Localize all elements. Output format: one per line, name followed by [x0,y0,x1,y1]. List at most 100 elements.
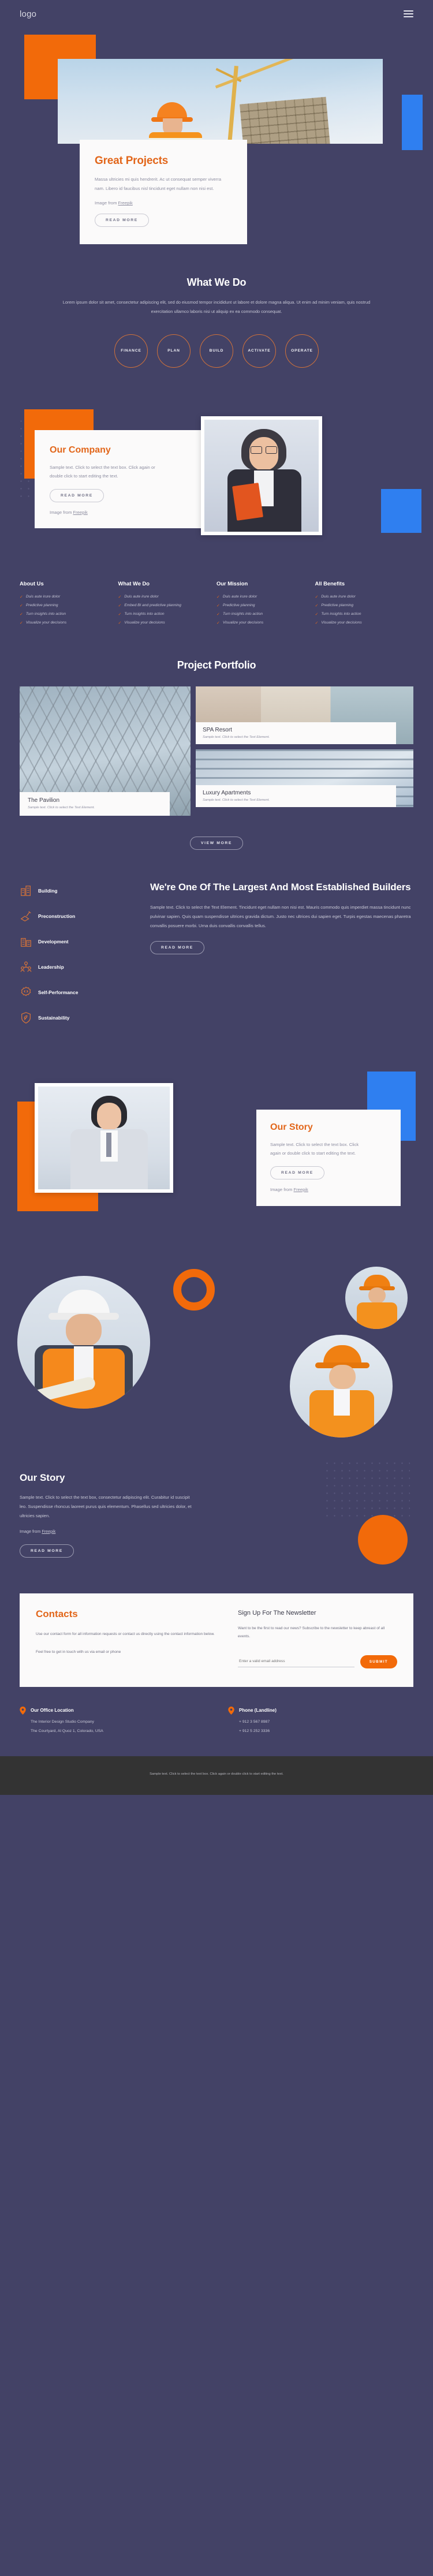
freepik-link[interactable]: Freepik [118,200,133,206]
step-operate[interactable]: OPERATE [285,334,319,368]
location-pin-icon [20,1706,26,1715]
story-text-credit-prefix: Image from [20,1528,42,1534]
list-item[interactable]: ✓ Duis aute irure dolor [315,595,414,599]
list-item[interactable]: ✓ Visualize your decisions [216,621,315,625]
check-icon: ✓ [118,603,122,608]
list-item[interactable]: ✓ Predictive planning [216,603,315,608]
list-item[interactable]: ✓ Duis aute irure dolor [20,595,118,599]
step-plan[interactable]: PLAN [157,334,191,368]
contacts-title: Contacts [36,1608,78,1619]
address-section: Our Office Location The Interior Design … [0,1687,433,1733]
step-build[interactable]: BUILD [200,334,233,368]
check-icon: ✓ [315,603,319,608]
list-item[interactable]: ✓ Predictive planning [315,603,414,608]
feature-self-performance[interactable]: Self-Performance [20,986,135,999]
contacts-body-secondary: Feel free to get in touch with us via em… [36,1650,121,1654]
hero-body: Massa ultricies mi quis hendrerit. Ac ut… [95,177,222,191]
logo[interactable]: logo [20,9,36,19]
check-icon: ✓ [118,595,122,599]
list-item[interactable]: ✓ Turn insights into action [20,612,118,617]
tower-building-shape [240,96,332,144]
check-icon: ✓ [216,595,220,599]
submit-button[interactable]: SUBMIT [360,1655,397,1668]
step-finance[interactable]: FINANCE [114,334,148,368]
portfolio-card-spa[interactable]: SPA Resort Sample text. Click to select … [196,686,413,744]
dot-pattern-right [323,1459,410,1517]
story-freepik-link[interactable]: Freepik [294,1187,308,1192]
hamburger-menu-icon[interactable] [404,10,413,17]
check-icon: ✓ [118,612,122,617]
list-item[interactable]: ✓ Embed BI and predictive planning [118,603,217,608]
newsletter-form: SUBMIT [238,1655,397,1668]
builders-read-more-button[interactable]: READ MORE [150,940,204,954]
company-freepik-link[interactable]: Freepik [73,510,88,515]
portfolio-caption: Luxury Apartments Sample text. Click to … [196,785,396,807]
check-icon: ✓ [216,621,220,625]
hero-read-more-button[interactable]: READ MORE [95,214,149,227]
feature-label: Development [38,938,69,944]
email-field[interactable] [238,1656,354,1667]
list-item[interactable]: ✓ Duis aute irure dolor [118,595,217,599]
portfolio-title: Project Portfolio [177,659,256,671]
hero-construction-photo [58,59,383,144]
leaf-shield-icon [21,1011,31,1024]
city-icon [21,938,31,947]
step-activate[interactable]: ACTIVATE [242,334,276,368]
phone-line-2[interactable]: + 912 5 252 3336 [239,1729,413,1733]
list-item-label: Turn insights into action [124,612,165,617]
check-icon: ✓ [216,612,220,617]
list-item[interactable]: ✓ Predictive planning [20,603,118,608]
feature-development[interactable]: Development [20,935,135,948]
list-item[interactable]: ✓ Visualize your decisions [20,621,118,625]
company-read-more-button[interactable]: READ MORE [50,488,104,502]
list-item-label: Predictive planning [25,603,58,608]
list-item[interactable]: ✓ Turn insights into action [216,612,315,617]
check-icon: ✓ [20,612,23,617]
portfolio-right-column: SPA Resort Sample text. Click to select … [196,686,413,816]
phone-block: Phone (Landline) + 912 3 567 8987 + 912 … [228,1706,413,1733]
story-read-more-button[interactable]: READ MORE [270,1166,324,1179]
feature-leadership[interactable]: Leadership [20,961,135,973]
our-company-section: Our Company Sample text. Click to select… [0,404,433,557]
woman-face-shape [249,436,278,471]
feature-sustainability[interactable]: Sustainability [20,1011,135,1024]
company-body: Sample text. Click to select the text bo… [50,464,155,479]
list-item[interactable]: ✓ Visualize your decisions [315,621,414,625]
project-portfolio-section: Project Portfolio The Pavilion Sample te… [0,629,433,850]
view-more-button[interactable]: VIEW MORE [189,836,244,850]
column-list: ✓ Duis aute irure dolor ✓ Predictive plann… [20,595,118,625]
glasses-right-lens [266,446,277,454]
portfolio-card-name: Luxury Apartments [203,789,251,796]
feature-label: Leadership [38,964,64,970]
worker-face-shape [329,1364,356,1389]
story-photo-inner [38,1086,170,1189]
orange-ring-decoration [173,1268,215,1311]
our-story-photo-section: Our Story Sample text. Click to select t… [0,1071,433,1227]
phone-line-1[interactable]: + 912 3 567 8987 [239,1720,413,1724]
hero-credit: Image from Freepik [95,200,232,206]
our-story-text-section: Our Story Sample text. Click to select t… [0,1457,433,1565]
company-blue-block [381,488,421,533]
list-item[interactable]: ✓ Turn insights into action [118,612,217,617]
link-column-about-us: About Us ✓ Duis aute irure dolor ✓ Predict… [20,580,118,629]
list-item-label: Duis aute irure dolor [25,595,61,599]
portfolio-card-pavilion[interactable]: The Pavilion Sample text. Click to selec… [20,686,191,816]
list-item[interactable]: ✓ Visualize your decisions [118,621,217,625]
portfolio-card-luxury[interactable]: Luxury Apartments Sample text. Click to … [196,749,413,807]
check-icon: ✓ [315,595,319,599]
column-title: Our Mission [216,580,248,587]
list-item[interactable]: ✓ Turn insights into action [315,612,414,617]
circle-photos-band [0,1261,433,1457]
list-item-label: Predictive planning [222,603,255,608]
feature-preconstruction[interactable]: Preconstruction [20,910,135,923]
hero-card: Great Projects Massa ultricies mi quis h… [80,140,247,245]
story-text-read-more-button[interactable]: READ MORE [20,1544,74,1558]
story-text-freepik-link[interactable]: Freepik [42,1529,55,1534]
portfolio-grid: The Pavilion Sample text. Click to selec… [0,686,433,816]
feature-building[interactable]: Building [20,884,135,897]
orange-circle-decoration [358,1514,408,1565]
construction-worker-figure [144,102,208,144]
portfolio-card-sub: Sample text. Click to select the Text El… [203,735,270,739]
list-item[interactable]: ✓ Duis aute irure dolor [216,595,315,599]
column-title: All Benefits [315,580,345,587]
